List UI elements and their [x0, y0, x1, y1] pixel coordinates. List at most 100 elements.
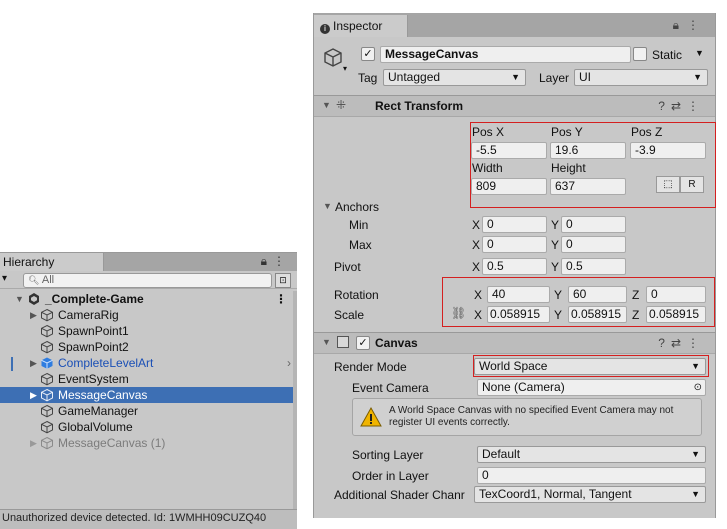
gameobject-cube-icon	[41, 388, 53, 402]
lock-icon[interactable]: 🔒︎	[261, 254, 273, 268]
kebab-menu-icon[interactable]: ⋮	[273, 254, 291, 268]
expand-arrow-icon[interactable]: ▼	[15, 291, 24, 307]
event-camera-field[interactable]: None (Camera) ⊙	[477, 379, 706, 396]
gameobject-cube-icon	[41, 308, 53, 322]
gameobject-cube-icon	[41, 324, 53, 338]
rect-transform-header[interactable]: ▼ ⁜ Rect Transform ?⇄⋮	[314, 95, 715, 117]
pos-y-field[interactable]: 19.6	[550, 142, 626, 159]
search-filter-button[interactable]: ⊡	[275, 273, 291, 288]
hierarchy-toolbar: ▾ 🔍︎ All ⊡	[0, 271, 297, 289]
order-in-layer-label: Order in Layer	[352, 469, 429, 483]
help-icon[interactable]: ?	[658, 336, 671, 350]
max-x-field[interactable]: 0	[482, 236, 547, 253]
component-header-icons: ?⇄⋮	[658, 336, 705, 350]
foldout-arrow-icon[interactable]: ▼	[322, 337, 331, 347]
rect-transform-title: Rect Transform	[375, 99, 464, 113]
scene-menu-icon[interactable]: ⋮	[275, 291, 287, 307]
chevron-down-icon: ▼	[693, 72, 702, 82]
max-y-field[interactable]: 0	[561, 236, 626, 253]
scale-y-field[interactable]: 0.058915	[568, 306, 627, 323]
foldout-arrow-icon[interactable]: ▼	[322, 100, 331, 110]
canvas-enabled-checkbox[interactable]: ✓	[356, 336, 370, 350]
static-dropdown-icon[interactable]: ▼	[695, 48, 704, 58]
sorting-layer-label: Sorting Layer	[352, 448, 424, 462]
hierarchy-scrollbar[interactable]	[293, 291, 297, 523]
object-picker-icon[interactable]: ⊙	[694, 380, 702, 395]
render-mode-label: Render Mode	[334, 360, 407, 374]
scale-z-field[interactable]: 0.058915	[646, 306, 706, 323]
anchors-foldout-icon[interactable]: ▼	[323, 201, 332, 211]
canvas-title: Canvas	[375, 336, 418, 350]
settings-sliders-icon[interactable]: ⇄	[671, 336, 687, 350]
rotation-y-field[interactable]: 60	[568, 286, 627, 303]
hierarchy-item[interactable]: GlobalVolume	[0, 419, 297, 435]
shader-channels-dropdown[interactable]: TexCoord1, Normal, Tangent ▼	[474, 486, 706, 503]
collapsed-arrow-icon[interactable]: ▶	[30, 355, 37, 371]
kebab-menu-icon[interactable]: ⋮	[687, 18, 707, 32]
dotted-rect-icon: ⬚	[663, 179, 673, 190]
blueprint-mode-button[interactable]: ⬚	[656, 176, 680, 193]
hierarchy-search-input[interactable]: 🔍︎ All	[23, 273, 272, 288]
rotation-x-field[interactable]: 40	[487, 286, 550, 303]
hierarchy-item[interactable]: ▶ CompleteLevelArt ›	[0, 355, 297, 371]
inspector-tab[interactable]: i Inspector	[314, 15, 408, 37]
scale-y-label: Y	[554, 308, 563, 322]
object-name-field[interactable]: MessageCanvas	[380, 46, 631, 63]
order-in-layer-field[interactable]: 0	[477, 467, 706, 484]
hierarchy-item[interactable]: ▶ CameraRig	[0, 307, 297, 323]
hierarchy-item[interactable]: SpawnPoint1	[0, 323, 297, 339]
kebab-menu-icon[interactable]: ⋮	[687, 336, 705, 350]
hierarchy-item-selected[interactable]: ▶ MessageCanvas	[0, 387, 297, 403]
height-label: Height	[551, 161, 586, 175]
tag-dropdown[interactable]: Untagged ▼	[383, 69, 526, 86]
sorting-layer-dropdown[interactable]: Default ▼	[477, 446, 706, 463]
raw-edit-button[interactable]: R	[680, 176, 704, 193]
event-camera-label: Event Camera	[352, 381, 429, 395]
rotation-z-field[interactable]: 0	[646, 286, 706, 303]
hierarchy-tab-icons: 🔒︎⋮	[261, 254, 291, 269]
hierarchy-item-label: _Complete-Game	[45, 292, 144, 306]
min-y-field[interactable]: 0	[561, 216, 626, 233]
pos-x-field[interactable]: -5.5	[471, 142, 547, 159]
scale-x-field[interactable]: 0.058915	[487, 306, 550, 323]
chevron-down-icon: ▼	[511, 72, 520, 82]
canvas-header[interactable]: ▼ ✓ Canvas ?⇄⋮	[314, 332, 715, 354]
icon-dropdown-caret-icon[interactable]: ▾	[343, 64, 347, 73]
hierarchy-item[interactable]: GameManager	[0, 403, 297, 419]
layer-value: UI	[579, 70, 591, 84]
pivot-y-field[interactable]: 0.5	[561, 258, 626, 275]
hierarchy-tab-bar: Hierarchy 🔒︎⋮	[0, 253, 297, 271]
width-field[interactable]: 809	[471, 178, 547, 195]
settings-sliders-icon[interactable]: ⇄	[671, 99, 687, 113]
pos-z-field[interactable]: -3.9	[630, 142, 706, 159]
lock-icon[interactable]: 🔒︎	[673, 18, 687, 32]
hierarchy-item-inactive[interactable]: ▶ MessageCanvas (1)	[0, 435, 297, 451]
create-dropdown-icon[interactable]: ▾	[2, 273, 7, 284]
scale-label: Scale	[334, 308, 365, 322]
chevron-right-icon[interactable]: ›	[287, 355, 291, 371]
pivot-x-field[interactable]: 0.5	[482, 258, 547, 275]
kebab-menu-icon[interactable]: ⋮	[687, 99, 705, 113]
constrain-proportions-link-icon[interactable]: ⛓	[451, 306, 466, 320]
height-field[interactable]: 637	[550, 178, 626, 195]
hierarchy-tab[interactable]: Hierarchy	[0, 253, 104, 271]
collapsed-arrow-icon[interactable]: ▶	[30, 307, 37, 323]
rect-transform-icon: ⁜	[336, 98, 347, 112]
collapsed-arrow-icon[interactable]: ▶	[30, 387, 37, 403]
active-checkbox[interactable]: ✓	[361, 47, 375, 61]
hierarchy-scene-row[interactable]: ▼ _Complete-Game ⋮	[0, 291, 297, 307]
render-mode-dropdown[interactable]: World Space ▼	[474, 358, 706, 375]
search-icon: 🔍︎	[28, 275, 40, 285]
min-x-field[interactable]: 0	[482, 216, 547, 233]
help-icon[interactable]: ?	[658, 99, 671, 113]
chevron-down-icon: ▼	[691, 489, 700, 499]
gameobject-large-icon[interactable]	[322, 47, 344, 69]
collapsed-arrow-icon[interactable]: ▶	[30, 435, 37, 451]
min-y-label: Y	[551, 218, 560, 232]
hierarchy-item[interactable]: EventSystem	[0, 371, 297, 387]
layer-dropdown[interactable]: UI ▼	[574, 69, 708, 86]
scale-z-label: Z	[632, 308, 640, 322]
static-checkbox[interactable]	[633, 47, 647, 61]
hierarchy-item[interactable]: SpawnPoint2	[0, 339, 297, 355]
prefab-override-marker	[11, 357, 13, 371]
